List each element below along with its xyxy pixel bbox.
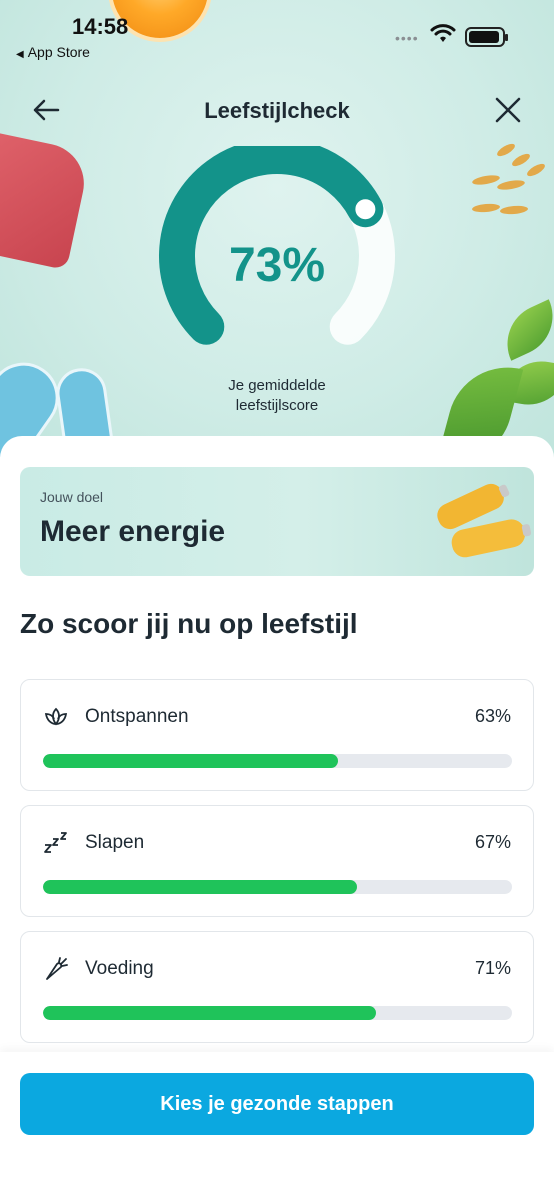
score-label: Voeding xyxy=(85,958,154,979)
wifi-icon xyxy=(430,24,456,42)
goal-value: Meer energie xyxy=(40,515,226,548)
battery-icon xyxy=(465,27,508,47)
score-caption-line1: Je gemiddelde xyxy=(228,377,326,394)
progress-bar-ontspannen xyxy=(43,754,339,768)
gauge-knob xyxy=(349,193,382,226)
section-title: Zo scoor jij nu op leefstijl xyxy=(20,608,358,639)
score-percent: 71% xyxy=(474,958,511,978)
battery-image xyxy=(437,483,532,558)
goal-label: Jouw doel xyxy=(40,489,104,505)
score-label: Slapen xyxy=(85,832,145,853)
score-value: 73% xyxy=(228,239,326,292)
progress-track xyxy=(43,1006,512,1020)
back-triangle-icon: ◀ xyxy=(16,49,24,60)
score-caption-line2: leefstijlscore xyxy=(235,397,319,414)
score-percent: 67% xyxy=(474,832,511,852)
goal-card: Jouw doel Meer energie xyxy=(20,467,534,576)
leaf-image xyxy=(494,299,554,361)
status-bar: 14:58 ◀ App Store •••• xyxy=(0,0,554,70)
status-time: 14:58 xyxy=(72,14,129,39)
score-card-voeding: Voeding 71% xyxy=(20,931,534,1043)
score-caption: Je gemiddelde leefstijlscore xyxy=(157,376,397,416)
back-app-label: App Store xyxy=(27,44,90,60)
score-label: Ontspannen xyxy=(85,706,189,727)
lotus-icon xyxy=(44,707,68,726)
pillow-image xyxy=(0,129,92,271)
progress-bar-voeding xyxy=(43,1006,376,1020)
wheat-image xyxy=(472,143,545,215)
close-icon[interactable] xyxy=(492,94,524,126)
signal-dots-icon: •••• xyxy=(395,30,419,46)
score-card-slapen: Slapen 67% xyxy=(20,805,534,917)
back-to-app-store-link[interactable]: ◀ App Store xyxy=(16,44,90,60)
score-percent: 63% xyxy=(474,706,511,726)
carrot-icon xyxy=(46,957,68,980)
progress-track xyxy=(43,880,512,894)
page-title: Leefstijlcheck xyxy=(204,98,350,123)
nav-bar: Leefstijlcheck xyxy=(0,88,554,132)
score-card-ontspannen: Ontspannen 63% xyxy=(20,679,534,791)
sleep-zzz-icon xyxy=(44,832,67,853)
choose-healthy-steps-button[interactable]: Kies je gezonde stappen xyxy=(20,1073,534,1135)
progress-bar-slapen xyxy=(43,880,358,894)
progress-track xyxy=(43,754,512,768)
